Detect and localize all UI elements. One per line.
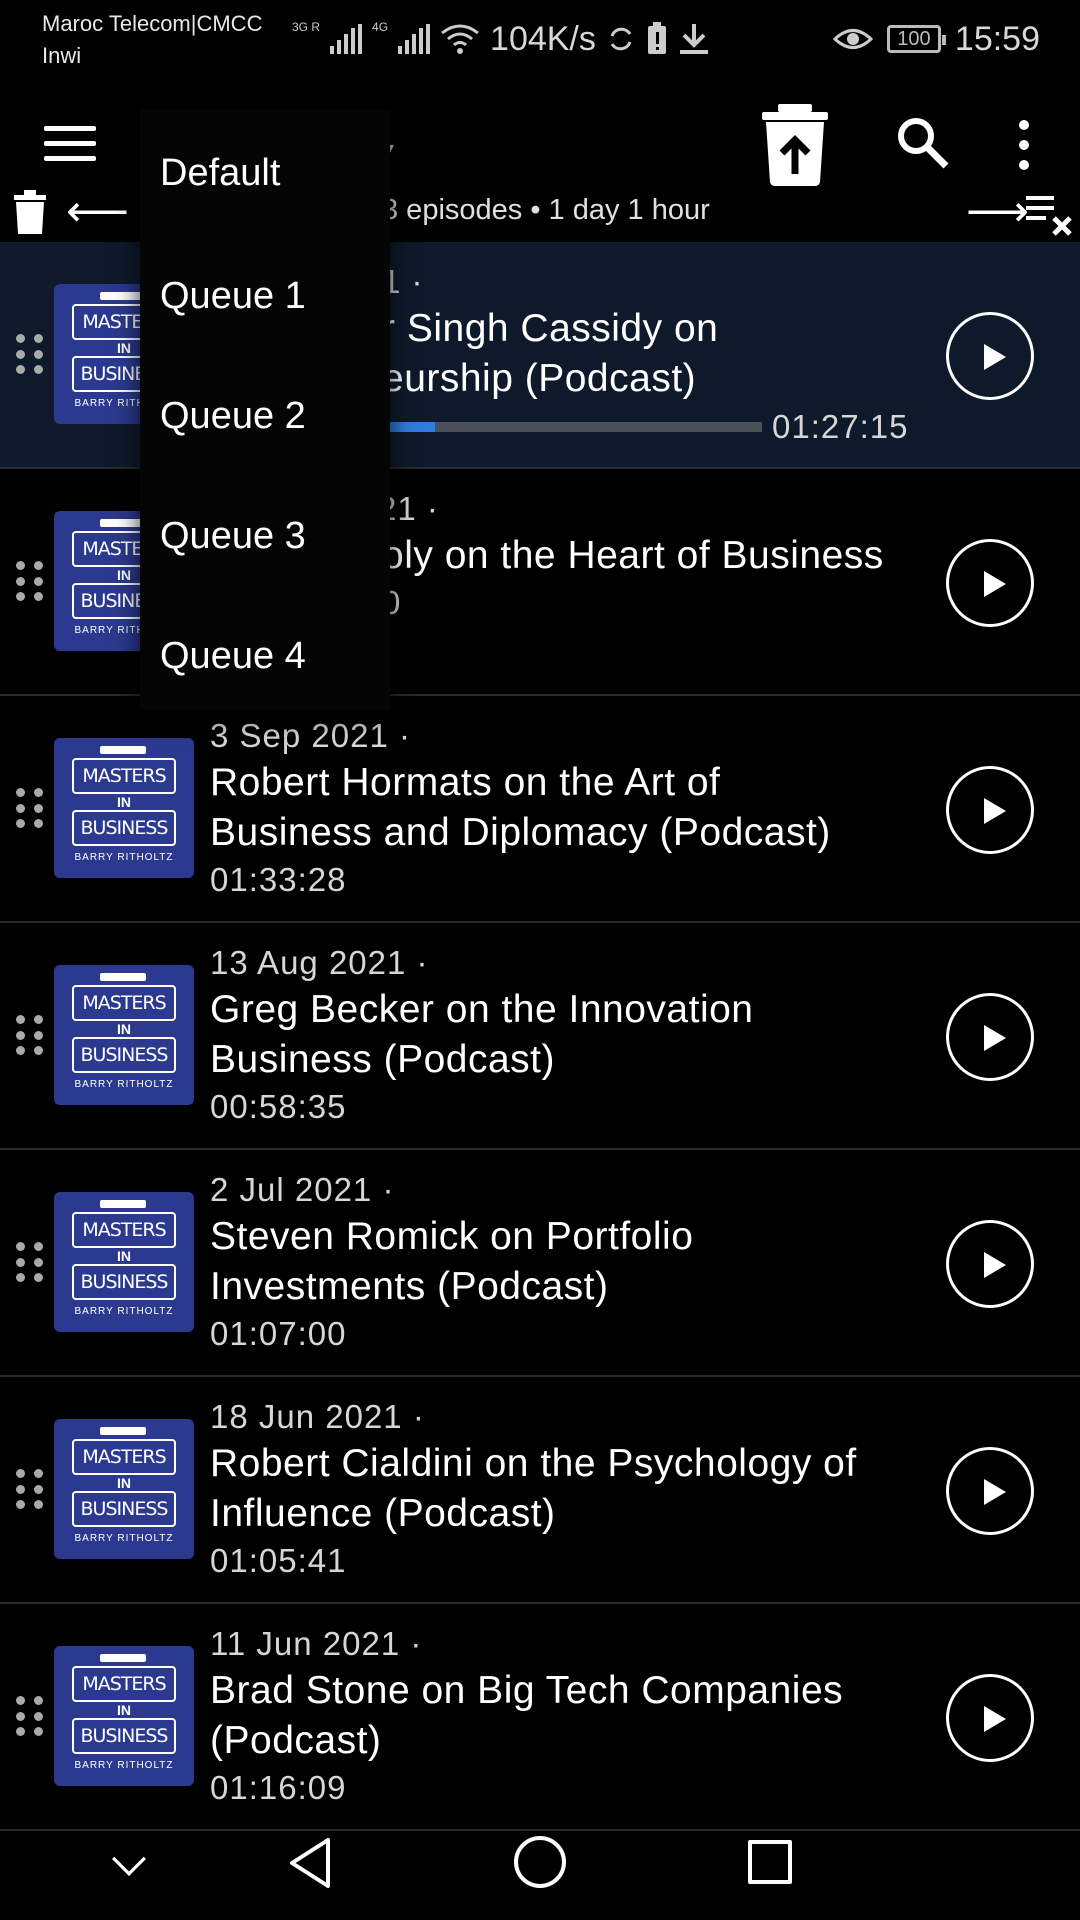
episode-meta: 13 Aug 2021 · Greg Becker on the Innovat…: [210, 941, 930, 1129]
play-button[interactable]: [946, 1674, 1034, 1762]
drag-handle-icon[interactable]: [16, 1696, 44, 1738]
episode-title-line1: Robert Cialdini on the Psychology of: [210, 1442, 857, 1485]
podcast-cover: MASTERS IN BUSINESS BARRY RITHOLTZ: [54, 1192, 194, 1332]
episode-duration: 01:33:28: [210, 861, 347, 898]
trash-icon[interactable]: [12, 188, 48, 236]
episode-date: 11 Jun 2021 ·: [210, 1625, 423, 1662]
podcast-cover: MASTERS IN BUSINESS BARRY RITHOLTZ: [54, 1646, 194, 1786]
episode-row[interactable]: MASTERS IN BUSINESS BARRY RITHOLTZ 13 Au…: [0, 923, 1080, 1150]
episode-title-line1: Steven Romick on Portfolio: [210, 1215, 694, 1258]
menu-item-queue-1[interactable]: Queue 1: [140, 236, 390, 356]
menu-item-queue-3[interactable]: Queue 3: [140, 476, 390, 596]
signal-icon-2: [398, 24, 431, 54]
home-icon[interactable]: [514, 1836, 566, 1888]
system-nav-bar: [0, 1800, 1080, 1920]
episode-title-line2: Influence (Podcast): [210, 1492, 556, 1535]
eye-icon: [832, 29, 873, 49]
episode-title-line1: Brad Stone on Big Tech Companies: [210, 1669, 844, 1712]
episode-duration: 01:07:00: [210, 1315, 347, 1352]
play-button[interactable]: [946, 1220, 1034, 1308]
podcast-cover: MASTERS IN BUSINESS BARRY RITHOLTZ: [54, 738, 194, 878]
wifi-icon: [441, 24, 479, 54]
play-button[interactable]: [946, 539, 1034, 627]
drag-handle-icon[interactable]: [16, 1242, 44, 1284]
network-type-2: 4G: [372, 20, 389, 34]
search-icon[interactable]: [894, 114, 950, 170]
chevron-down-icon[interactable]: [112, 1842, 146, 1876]
episode-duration: 00:58:35: [210, 1088, 347, 1125]
network-speed: 104K/s: [490, 19, 596, 58]
episode-row[interactable]: MASTERS IN BUSINESS BARRY RITHOLTZ 3 Sep…: [0, 696, 1080, 923]
episode-duration: 01:05:41: [210, 1542, 347, 1579]
episode-row[interactable]: MASTERS IN BUSINESS BARRY RITHOLTZ 11 Ju…: [0, 1604, 1080, 1831]
episode-meta: 3 Sep 2021 · Robert Hormats on the Art o…: [210, 714, 930, 902]
clock: 15:59: [954, 19, 1040, 58]
arrow-left-icon[interactable]: ⟵: [66, 186, 129, 238]
episode-title-line2: (Podcast): [210, 1719, 382, 1762]
delete-upload-icon[interactable]: [760, 102, 830, 186]
drag-handle-icon[interactable]: [16, 788, 44, 830]
episode-title-line2: Business (Podcast): [210, 1038, 555, 1081]
episode-date: 18 Jun 2021 ·: [210, 1398, 425, 1435]
network-indicators: 3G R 4G 104K/s: [292, 14, 710, 64]
carrier-line-1: Maroc Telecom|CMCC: [42, 11, 263, 36]
episode-title-line2: Business and Diplomacy (Podcast): [210, 811, 831, 854]
episode-row[interactable]: MASTERS IN BUSINESS BARRY RITHOLTZ 2 Jul…: [0, 1150, 1080, 1377]
play-button[interactable]: [946, 312, 1034, 400]
signal-icon: [330, 24, 363, 54]
menu-item-default[interactable]: Default: [140, 110, 390, 236]
menu-item-queue-4[interactable]: Queue 4: [140, 596, 390, 716]
podcast-cover: MASTERS IN BUSINESS BARRY RITHOLTZ: [54, 965, 194, 1105]
episode-date: 3 Sep 2021 ·: [210, 717, 411, 754]
podcast-cover: MASTERS IN BUSINESS BARRY RITHOLTZ: [54, 1419, 194, 1559]
play-button[interactable]: [946, 1447, 1034, 1535]
carrier-info: Maroc Telecom|CMCC Inwi: [42, 8, 262, 72]
status-bar: Maroc Telecom|CMCC Inwi 3G R 4G 104K/s 1…: [0, 0, 1080, 76]
episode-date: 13 Aug 2021 ·: [210, 944, 429, 981]
drag-handle-icon[interactable]: [16, 1469, 44, 1511]
episode-meta: 2 Jul 2021 · Steven Romick on Portfolio …: [210, 1168, 930, 1356]
battery-level: 100: [897, 27, 931, 50]
episode-progress-bar: [382, 422, 762, 432]
menu-item-queue-2[interactable]: Queue 2: [140, 356, 390, 476]
battery-alert-icon: [647, 22, 666, 54]
clear-queue-icon[interactable]: [1024, 194, 1074, 238]
recent-apps-icon[interactable]: [748, 1840, 792, 1884]
menu-icon[interactable]: [44, 126, 96, 162]
episode-title-line1: Greg Becker on the Innovation: [210, 988, 754, 1031]
queue-info: 3 episodes • 1 day 1 hour: [382, 194, 710, 226]
play-button[interactable]: [946, 993, 1034, 1081]
episode-meta: 11 Jun 2021 · Brad Stone on Big Tech Com…: [210, 1622, 930, 1810]
queue-select-menu: Default Queue 1 Queue 2 Queue 3 Queue 4: [140, 110, 390, 710]
carrier-line-2: Inwi: [42, 43, 82, 68]
drag-handle-icon[interactable]: [16, 561, 44, 603]
drag-handle-icon[interactable]: [16, 334, 44, 376]
download-icon: [679, 24, 708, 54]
network-type-1: 3G R: [292, 20, 321, 34]
episode-meta: 18 Jun 2021 · Robert Cialdini on the Psy…: [210, 1395, 930, 1583]
more-vert-icon[interactable]: [1014, 120, 1034, 170]
episode-row[interactable]: MASTERS IN BUSINESS BARRY RITHOLTZ 18 Ju…: [0, 1377, 1080, 1604]
drag-handle-icon[interactable]: [16, 1015, 44, 1057]
episode-title-line2: Investments (Podcast): [210, 1265, 609, 1308]
sync-icon: [610, 27, 632, 51]
back-icon[interactable]: [286, 1836, 334, 1890]
episode-title-line1: Robert Hormats on the Art of: [210, 761, 721, 804]
play-button[interactable]: [946, 766, 1034, 854]
episode-duration: 01:27:15: [772, 408, 909, 445]
battery-icon: 100: [886, 25, 946, 53]
episode-date: 2 Jul 2021 ·: [210, 1171, 395, 1208]
arrow-right-icon[interactable]: ⟶: [966, 186, 1029, 238]
status-right: 100 15:59: [832, 14, 1040, 64]
